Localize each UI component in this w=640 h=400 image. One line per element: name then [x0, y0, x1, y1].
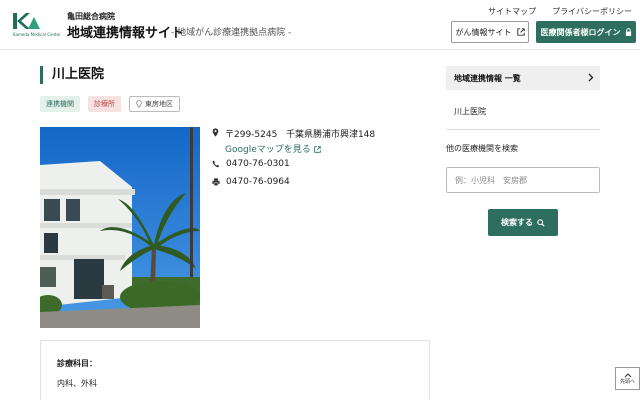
search-button-label: 検索する — [501, 218, 533, 227]
lock-icon — [625, 28, 631, 36]
top-links: サイトマップ プライバシーポリシー — [488, 6, 632, 17]
clinic-photo — [40, 127, 200, 328]
tag-area-label: 東房地区 — [145, 100, 173, 108]
map-pin-icon — [136, 100, 142, 108]
google-map-link[interactable]: Googleマップを見る — [225, 142, 375, 155]
sidebar-divider — [446, 129, 600, 130]
fax-icon — [212, 178, 220, 186]
search-icon — [537, 218, 545, 227]
tel-row: 0470-76-0301 — [212, 159, 290, 169]
login-label: 医療関係者様ログイン — [540, 27, 621, 37]
google-map-label: Googleマップを見る — [225, 145, 311, 155]
site-subtitle: - 地域がん診療連携拠点病院 - — [171, 28, 292, 38]
departments-value: 内科、外科 — [57, 379, 97, 388]
sidebar-nav-heading[interactable]: 地域連携情報 一覧 — [446, 66, 600, 90]
sitemap-link[interactable]: サイトマップ — [488, 6, 536, 17]
chevron-right-icon — [588, 73, 594, 82]
tag-clinic: 診療所 — [88, 96, 121, 112]
search-input[interactable] — [446, 167, 600, 193]
map-pin-icon — [212, 128, 219, 137]
fax-number: 0470-76-0964 — [226, 177, 290, 187]
tag-partner: 連携機関 — [40, 96, 80, 112]
address: 千葉県勝浦市興津148 — [285, 130, 376, 140]
cancer-info-site-button[interactable]: がん情報サイト — [451, 21, 529, 43]
phone-icon — [212, 160, 220, 168]
clinic-tags: 連携機関 診療所 東房地区 — [40, 96, 180, 112]
staff-login-button[interactable]: 医療関係者様ログイン — [536, 21, 636, 43]
back-to-top-button[interactable]: 先頭へ — [615, 367, 640, 390]
site-header: Kameda Medical Center 亀田総合病院 地域連携情報サイト -… — [0, 0, 640, 50]
logo-caption: Kameda Medical Center — [13, 32, 61, 37]
external-link-icon — [314, 145, 321, 153]
search-button[interactable]: 検索する — [488, 209, 558, 236]
search-label: 他の医療機関を検索 — [446, 144, 518, 153]
tag-area: 東房地区 — [129, 96, 180, 112]
external-link-icon — [516, 28, 525, 36]
privacy-policy-link[interactable]: プライバシーポリシー — [552, 6, 632, 17]
site-title[interactable]: 地域連携情報サイト — [67, 22, 184, 41]
cancer-info-label: がん情報サイト — [455, 27, 512, 37]
sidebar-item-current[interactable]: 川上医院 — [454, 106, 486, 117]
back-to-top-label: 先頭へ — [619, 378, 635, 385]
address-row: 〒299-5245 千葉県勝浦市興津148 Googleマップを見る — [212, 127, 375, 155]
tel-number[interactable]: 0470-76-0301 — [226, 159, 290, 169]
page-title: 川上医院 — [40, 66, 104, 84]
fax-row: 0470-76-0964 — [212, 177, 290, 187]
sidebar-nav-heading-label: 地域連携情報 一覧 — [454, 73, 521, 83]
hospital-name: 亀田総合病院 — [67, 12, 115, 21]
postal-code: 〒299-5245 — [225, 130, 278, 140]
departments-heading: 診療科目： — [57, 359, 97, 368]
departments-box: 診療科目： 内科、外科 — [40, 340, 430, 400]
